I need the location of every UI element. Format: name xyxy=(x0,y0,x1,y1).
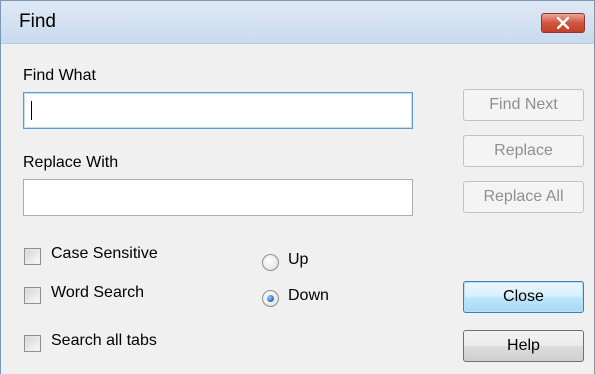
search-all-tabs-label[interactable]: Search all tabs xyxy=(51,332,157,350)
replace-all-button[interactable]: Replace All xyxy=(463,181,584,213)
direction-up-label[interactable]: Up xyxy=(288,251,308,269)
find-what-input[interactable] xyxy=(23,92,413,129)
title-bar[interactable]: Find xyxy=(1,1,594,44)
help-button[interactable]: Help xyxy=(463,330,584,362)
find-next-button[interactable]: Find Next xyxy=(463,89,584,121)
word-search-checkbox[interactable] xyxy=(24,287,41,304)
search-all-tabs-checkbox[interactable] xyxy=(24,335,41,352)
replace-button[interactable]: Replace xyxy=(463,135,584,167)
direction-down-radio[interactable] xyxy=(262,290,279,307)
window-close-button[interactable] xyxy=(541,13,585,33)
direction-up-radio[interactable] xyxy=(262,254,279,271)
word-search-label[interactable]: Word Search xyxy=(51,284,144,302)
case-sensitive-label[interactable]: Case Sensitive xyxy=(51,245,158,263)
direction-down-label[interactable]: Down xyxy=(288,287,329,305)
find-dialog: Find Find What Replace With Find Next Re… xyxy=(0,0,595,374)
close-button[interactable]: Close xyxy=(463,281,584,313)
close-icon xyxy=(557,17,569,29)
case-sensitive-checkbox[interactable] xyxy=(24,248,41,265)
replace-with-input[interactable] xyxy=(23,179,413,216)
window-title: Find xyxy=(19,11,56,32)
replace-with-label: Replace With xyxy=(23,154,119,171)
text-caret xyxy=(31,101,32,120)
dialog-body: Find What Replace With Find Next Replace… xyxy=(1,44,594,374)
find-what-label: Find What xyxy=(23,67,96,84)
